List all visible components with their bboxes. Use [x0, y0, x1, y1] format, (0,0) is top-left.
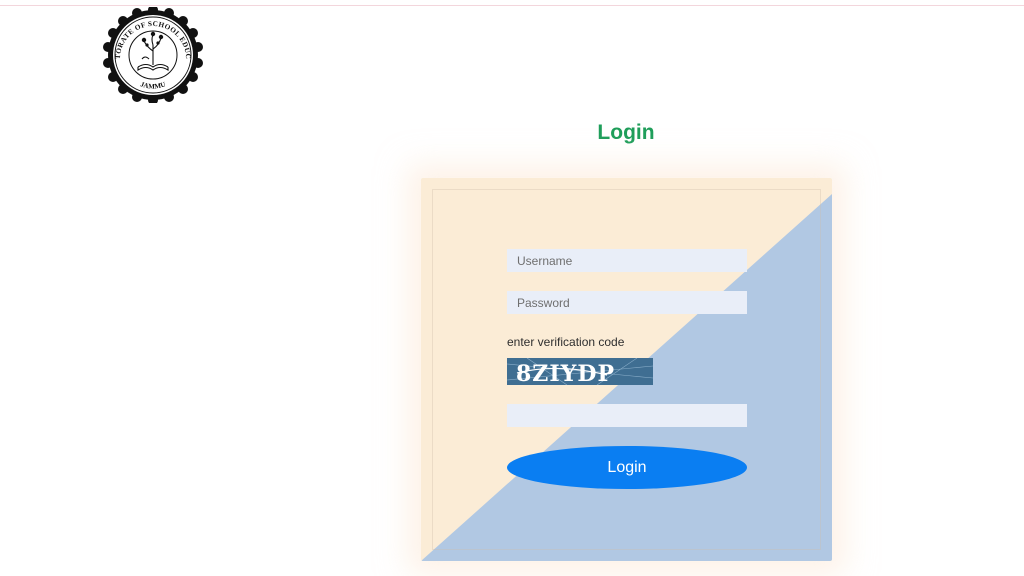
verification-label: enter verification code [507, 335, 625, 349]
captcha-input[interactable] [507, 404, 747, 427]
login-card: enter verification code 8ZIYDP Login [421, 178, 832, 561]
directorate-logo: DIRECTORATE OF SCHOOL EDUCATION JAMMU [92, 7, 214, 103]
captcha-image[interactable]: 8ZIYDP [507, 358, 653, 385]
top-divider [0, 5, 1024, 6]
seal-icon: DIRECTORATE OF SCHOOL EDUCATION JAMMU [92, 7, 203, 103]
username-input[interactable] [507, 249, 747, 272]
password-input[interactable] [507, 291, 747, 314]
login-page: DIRECTORATE OF SCHOOL EDUCATION JAMMU [0, 0, 1024, 576]
login-button[interactable]: Login [507, 446, 747, 489]
page-title: Login [597, 121, 655, 144]
